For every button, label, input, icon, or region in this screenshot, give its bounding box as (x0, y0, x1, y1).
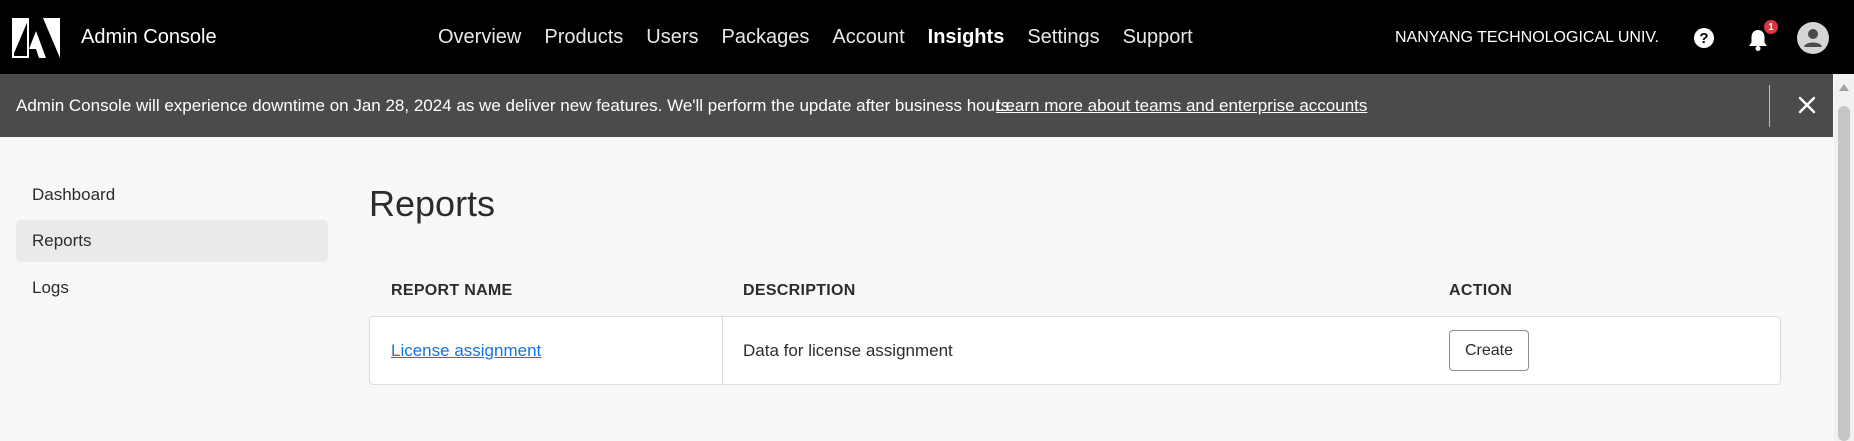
column-header-report-name: REPORT NAME (391, 282, 513, 299)
banner-learn-more-link[interactable]: Learn more about teams and enterprise ac… (996, 96, 1367, 116)
table-row: License assignment Data for license assi… (369, 316, 1781, 385)
avatar-icon[interactable] (1797, 22, 1829, 54)
scroll-up-arrow-icon[interactable] (1839, 84, 1849, 91)
nav-overview[interactable]: Overview (438, 26, 521, 49)
nav-products[interactable]: Products (544, 26, 623, 49)
sidebar-item-reports[interactable]: Reports (16, 220, 328, 262)
scrollbar-thumb[interactable] (1838, 106, 1850, 441)
close-icon[interactable] (1797, 95, 1817, 115)
column-header-action: ACTION (1449, 282, 1513, 299)
notifications-button[interactable]: 1 (1745, 20, 1778, 53)
page-title: Reports (369, 183, 496, 224)
column-header-description: DESCRIPTION (743, 282, 856, 299)
banner-divider (1769, 85, 1770, 127)
banner-message: Admin Console will experience downtime o… (16, 96, 1014, 115)
nav-account[interactable]: Account (832, 26, 904, 49)
sidebar-item-dashboard[interactable]: Dashboard (16, 174, 328, 216)
notification-badge: 1 (1764, 20, 1778, 34)
svg-text:?: ? (1699, 30, 1708, 47)
create-report-button[interactable]: Create (1449, 330, 1529, 371)
main-nav: Overview Products Users Packages Account… (438, 26, 1216, 49)
cell-divider (722, 317, 723, 384)
top-bar: Admin Console Overview Products Users Pa… (0, 0, 1854, 74)
report-description: Data for license assignment (743, 341, 953, 360)
sidebar-item-label: Reports (32, 231, 92, 250)
nav-support[interactable]: Support (1123, 26, 1193, 49)
downtime-banner: Admin Console will experience downtime o… (0, 74, 1833, 137)
nav-settings[interactable]: Settings (1027, 26, 1099, 49)
nav-packages[interactable]: Packages (722, 26, 810, 49)
nav-insights[interactable]: Insights (928, 26, 1005, 49)
page-scrollbar[interactable] (1834, 74, 1854, 441)
sidebar-item-label: Logs (32, 278, 69, 297)
org-switcher[interactable]: NANYANG TECHNOLOGICAL UNIV. (1395, 29, 1659, 47)
help-icon[interactable]: ? (1693, 27, 1715, 49)
adobe-logo[interactable] (12, 18, 60, 58)
sidebar-item-label: Dashboard (32, 185, 116, 204)
sidebar-item-logs[interactable]: Logs (16, 267, 328, 309)
nav-users[interactable]: Users (646, 26, 698, 49)
report-name-link[interactable]: License assignment (391, 341, 541, 361)
app-title[interactable]: Admin Console (81, 26, 217, 49)
